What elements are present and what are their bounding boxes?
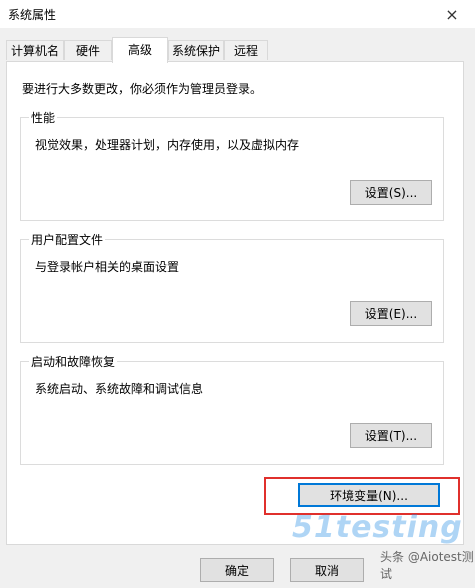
watermark-brand: 51testing — [292, 510, 463, 545]
performance-settings-button[interactable]: 设置(S)... — [350, 180, 432, 205]
ok-button[interactable]: 确定 — [200, 558, 274, 582]
startup-recovery-group: 启动和故障恢复 系统启动、系统故障和调试信息 — [20, 353, 444, 465]
user-profiles-settings-button[interactable]: 设置(E)... — [350, 301, 432, 326]
window-title: 系统属性 — [8, 8, 57, 22]
close-icon[interactable]: × — [429, 0, 475, 28]
performance-description: 视觉效果，处理器计划，内存使用，以及虚拟内存 — [35, 138, 300, 152]
user-profiles-description: 与登录帐户相关的桌面设置 — [35, 260, 180, 274]
performance-group-title: 性能 — [29, 109, 58, 126]
admin-note: 要进行大多数更改，你必须作为管理员登录。 — [22, 82, 263, 96]
startup-recovery-settings-button[interactable]: 设置(T)... — [350, 423, 432, 448]
title-bar: 系统属性 × — [0, 0, 475, 28]
tab-advanced[interactable]: 高级 — [112, 37, 168, 63]
cancel-button[interactable]: 取消 — [290, 558, 364, 582]
performance-group: 性能 视觉效果，处理器计划，内存使用，以及虚拟内存 — [20, 109, 444, 221]
tab-computer-name[interactable]: 计算机名 — [6, 40, 64, 60]
user-profiles-group: 用户配置文件 与登录帐户相关的桌面设置 — [20, 231, 444, 343]
tab-remote[interactable]: 远程 — [224, 40, 268, 60]
tab-system-protection[interactable]: 系统保护 — [168, 40, 224, 60]
user-profiles-group-title: 用户配置文件 — [29, 231, 106, 248]
tab-hardware[interactable]: 硬件 — [64, 40, 112, 60]
startup-recovery-group-title: 启动和故障恢复 — [29, 353, 118, 370]
startup-recovery-description: 系统启动、系统故障和调试信息 — [35, 382, 204, 396]
watermark-note: 头条 @Aiotest测试 — [380, 550, 474, 581]
